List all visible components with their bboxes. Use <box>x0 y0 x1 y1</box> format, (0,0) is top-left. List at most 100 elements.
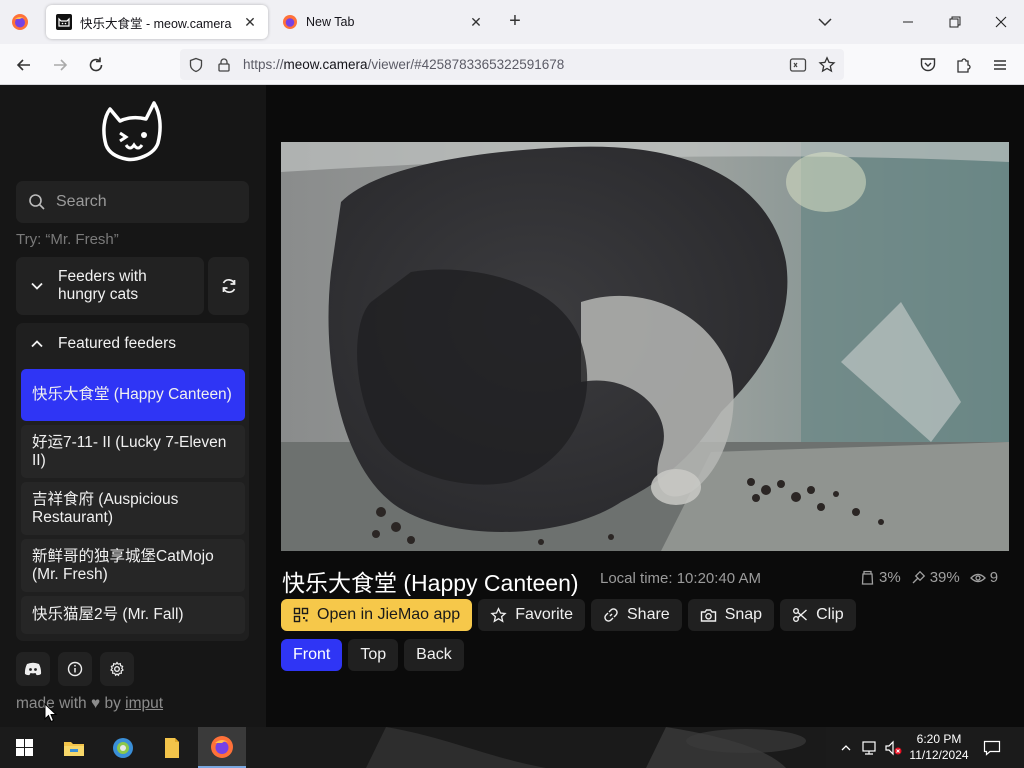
tracking-protection-icon[interactable] <box>186 55 206 75</box>
network-tray-icon-button[interactable] <box>858 727 882 768</box>
close-icon <box>995 16 1007 28</box>
notification-center-button[interactable] <box>978 727 1006 768</box>
url-text[interactable]: https://meow.camera/viewer/#425878336532… <box>243 57 564 72</box>
taskbar-notes-app[interactable] <box>148 727 196 768</box>
view-top-button[interactable]: Top <box>348 639 399 671</box>
close-window-button[interactable] <box>978 0 1024 44</box>
browser-nav-bar: https://meow.camera/viewer/#425878336532… <box>0 44 1024 85</box>
feeder-item-auspicious-restaurant[interactable]: 吉祥食府 (Auspicious Restaurant) <box>21 482 245 535</box>
feeder-item-mr-fresh[interactable]: 新鲜哥的独享城堡CatMojo (Mr. Fresh) <box>21 539 245 592</box>
reload-icon <box>89 57 103 72</box>
feeder-item-label: 好运7-11- II (Lucky 7-Eleven II) <box>32 433 227 469</box>
tab-close-icon[interactable]: ✕ <box>242 14 258 30</box>
snap-button[interactable]: Snap <box>687 599 775 631</box>
site-security-icon[interactable] <box>214 55 234 75</box>
clip-button[interactable]: Clip <box>780 599 856 631</box>
url-path: /viewer/#4258783365322591678 <box>367 57 565 72</box>
camera-icon <box>700 608 716 622</box>
featured-feeders-panel: Featured feeders 快乐大食堂 (Happy Canteen) 好… <box>16 323 249 641</box>
share-button[interactable]: Share <box>591 599 682 631</box>
minimize-icon <box>903 21 913 23</box>
gear-icon <box>110 661 124 677</box>
view-front-button[interactable]: Front <box>281 639 343 671</box>
list-all-tabs-button[interactable] <box>814 12 836 32</box>
pocket-button[interactable] <box>913 50 943 80</box>
volume-tray-icon-button[interactable] <box>882 727 904 768</box>
url-bar[interactable]: https://meow.camera/viewer/#425878336532… <box>180 49 844 80</box>
search-icon <box>29 194 45 210</box>
local-time-value: 10:20:40 AM <box>676 570 761 587</box>
reload-button[interactable] <box>81 50 111 80</box>
camera-feed[interactable] <box>281 142 1009 551</box>
taskbar-browser-app[interactable] <box>99 727 147 768</box>
minimize-button[interactable] <box>885 0 931 44</box>
taskbar-clock[interactable]: 6:20 PM 11/12/2024 <box>904 731 974 763</box>
chevron-down-icon <box>31 282 43 290</box>
forward-button[interactable] <box>45 50 75 80</box>
tab-meow-camera[interactable]: 快乐大食堂 - meow.camera ✕ <box>46 5 268 39</box>
featured-feeders-toggle[interactable]: Featured feeders <box>16 323 249 365</box>
firefox-view-button[interactable] <box>6 9 34 35</box>
by-text: by <box>104 695 121 712</box>
signal-stat: 39% <box>911 569 960 586</box>
feeder-item-label: 快乐大食堂 (Happy Canteen) <box>32 386 232 403</box>
feeder-item-label: 吉祥食府 (Auspicious Restaurant) <box>32 490 179 526</box>
star-icon <box>818 56 836 73</box>
search-input[interactable] <box>56 193 236 211</box>
clock-time: 6:20 PM <box>916 732 962 746</box>
open-in-app-button[interactable]: Open in JieMao app <box>281 599 473 631</box>
taskbar-firefox[interactable] <box>198 727 246 768</box>
extensions-button[interactable] <box>949 50 979 80</box>
feeder-item-lucky-7-eleven[interactable]: 好运7-11- II (Lucky 7-Eleven II) <box>21 425 245 478</box>
feeder-item-happy-canteen[interactable]: 快乐大食堂 (Happy Canteen) <box>21 369 245 421</box>
discord-icon <box>24 662 42 676</box>
firefox-icon <box>211 735 233 758</box>
favorite-button[interactable]: Favorite <box>478 599 585 631</box>
refresh-button[interactable] <box>208 257 249 315</box>
food-bag-icon <box>861 570 874 585</box>
clip-label: Clip <box>816 606 844 623</box>
local-time: Local time: 10:20:40 AM <box>600 570 761 587</box>
new-tab-button[interactable]: + <box>503 10 527 34</box>
info-icon <box>67 661 83 677</box>
meow-camera-logo[interactable] <box>96 99 170 165</box>
info-button[interactable] <box>58 652 92 686</box>
globe-app-icon <box>113 737 133 758</box>
refresh-icon <box>222 279 235 293</box>
clock-date: 11/12/2024 <box>909 748 969 762</box>
app-menu-button[interactable] <box>985 50 1015 80</box>
tab-close-icon[interactable]: ✕ <box>468 14 484 30</box>
show-hidden-icons-button[interactable] <box>836 727 856 768</box>
pocket-icon <box>920 58 936 72</box>
settings-button[interactable] <box>100 652 134 686</box>
eye-icon <box>969 573 986 582</box>
tab-new-tab[interactable]: New Tab ✕ <box>272 5 494 39</box>
tab-title: New Tab <box>306 15 355 29</box>
discord-button[interactable] <box>16 652 50 686</box>
signal-value: 39% <box>929 569 960 586</box>
network-icon <box>862 740 876 755</box>
meow-camera-page: Try: “Mr. Fresh” Feeders with hungry cat… <box>0 85 1024 727</box>
qr-code-icon <box>293 607 309 623</box>
search-box[interactable] <box>16 181 249 223</box>
reader-view-button[interactable] <box>788 55 808 75</box>
bookmark-star-button[interactable] <box>817 55 837 75</box>
feeder-item-mr-fall[interactable]: 快乐猫屋2号 (Mr. Fall) <box>21 596 245 634</box>
favorite-label: Favorite <box>515 606 573 623</box>
taskbar-file-explorer[interactable] <box>50 727 98 768</box>
back-button[interactable] <box>9 50 39 80</box>
hamburger-menu-icon <box>994 60 1006 70</box>
view-back-button[interactable]: Back <box>404 639 464 671</box>
food-level-stat: 3% <box>860 569 901 586</box>
share-label: Share <box>627 606 670 623</box>
camera-stats: 3% 39% 9 <box>860 569 1004 586</box>
start-button[interactable] <box>0 727 48 768</box>
viewers-stat: 9 <box>969 569 998 586</box>
document-icon <box>165 737 179 758</box>
notification-icon <box>983 740 1001 756</box>
feeders-hungry-cats-toggle[interactable]: Feeders with hungry cats <box>16 257 204 315</box>
author-link[interactable]: imput <box>125 695 163 712</box>
windows-logo-icon <box>15 739 33 756</box>
reader-view-icon <box>789 58 807 72</box>
restore-button[interactable] <box>932 0 978 44</box>
